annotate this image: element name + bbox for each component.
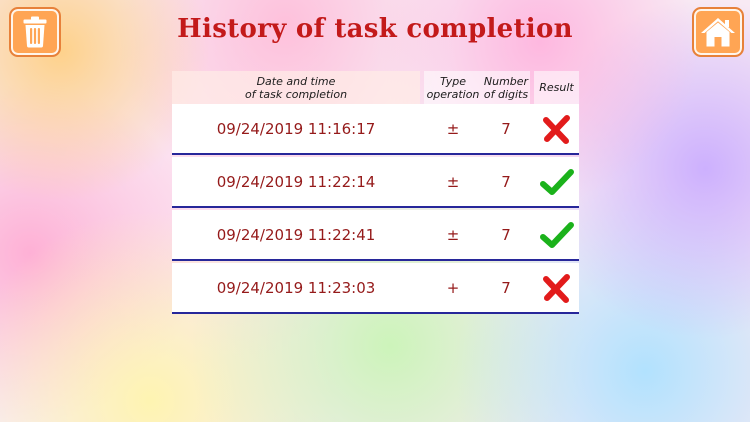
header-date-line1: Date and time xyxy=(256,74,336,88)
header-type-line2: operation xyxy=(426,87,480,101)
row-result xyxy=(534,220,579,250)
table-row: 09/24/2019 11:16:17 ± 7 xyxy=(172,104,579,155)
row-datetime: 09/24/2019 11:23:03 xyxy=(216,278,376,297)
table-row: 09/24/2019 11:23:03 + 7 xyxy=(172,263,579,314)
header-date-time: Date and time of task completion xyxy=(172,71,420,104)
header-result: Result xyxy=(534,71,579,104)
checkmark-icon xyxy=(539,168,574,195)
cross-icon xyxy=(542,114,570,144)
page-title: History of task completion xyxy=(177,14,573,44)
row-result xyxy=(534,114,579,144)
history-table: Date and time of task completion Type op… xyxy=(172,71,579,314)
row-digits: 7 xyxy=(501,225,511,244)
header-number-of-digits: Number of digits xyxy=(482,71,530,104)
checkmark-icon xyxy=(539,221,574,248)
row-datetime: 09/24/2019 11:22:41 xyxy=(216,225,376,244)
row-digits: 7 xyxy=(501,278,511,297)
row-datetime: 09/24/2019 11:22:14 xyxy=(216,172,376,191)
row-operation: ± xyxy=(446,225,460,244)
table-row: 09/24/2019 11:22:41 ± 7 xyxy=(172,210,579,261)
row-digits: 7 xyxy=(501,172,511,191)
header-type-operation: Type operation xyxy=(424,71,482,104)
header-result-label: Result xyxy=(539,81,574,94)
row-digits: 7 xyxy=(501,119,511,138)
header-digits-line2: of digits xyxy=(483,87,529,101)
cross-icon xyxy=(542,273,570,303)
row-operation: + xyxy=(446,278,460,297)
table-header: Date and time of task completion Type op… xyxy=(172,71,579,104)
header-type-line1: Type xyxy=(439,74,466,88)
row-result xyxy=(534,167,579,197)
header-date-line2: of task completion xyxy=(244,87,348,101)
row-operation: ± xyxy=(446,119,460,138)
header-digits-line1: Number xyxy=(483,74,529,88)
row-datetime: 09/24/2019 11:16:17 xyxy=(216,119,376,138)
row-result xyxy=(534,273,579,303)
row-operation: ± xyxy=(446,172,460,191)
table-row: 09/24/2019 11:22:14 ± 7 xyxy=(172,157,579,208)
